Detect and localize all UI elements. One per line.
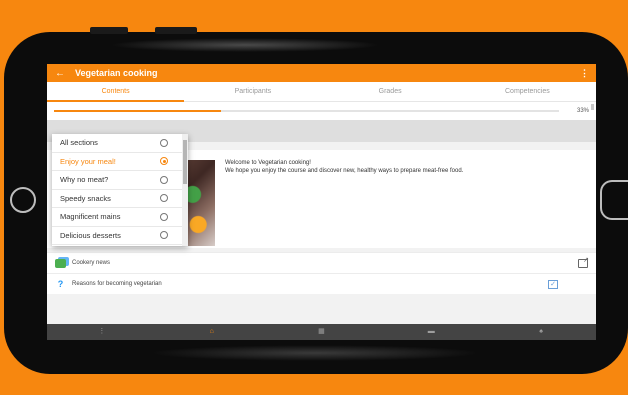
tablet-side-button: [600, 180, 628, 220]
tablet-sheen: [150, 345, 480, 361]
section-option-all[interactable]: All sections: [52, 134, 188, 153]
radio-icon: [160, 138, 168, 147]
tab-participants[interactable]: Participants: [184, 82, 321, 101]
tab-contents[interactable]: Contents: [47, 82, 185, 102]
radio-icon: [160, 194, 168, 203]
module-label: Cookery news: [72, 260, 111, 266]
dropdown-scrollbar[interactable]: [182, 134, 188, 246]
radio-checked-icon: [160, 157, 168, 166]
section-option-label: Why no meat?: [60, 175, 109, 185]
section-option-label: Delicious desserts: [60, 230, 121, 240]
tab-grades[interactable]: Grades: [322, 82, 459, 101]
checkbox-checked-icon[interactable]: ✓: [548, 279, 558, 289]
page-title: Vegetarian cooking: [75, 68, 158, 78]
tab-competencies[interactable]: Competencies: [459, 82, 596, 101]
sections-dropdown: All sections Enjoy your meal! Why no mea…: [52, 134, 188, 246]
module-label: Reasons for becoming vegetarian: [72, 281, 162, 287]
section-option-desserts[interactable]: Delicious desserts: [52, 227, 188, 245]
more-vertical-icon[interactable]: ⋮: [580, 68, 589, 79]
course-progress: 33%: [47, 102, 596, 120]
module-cookery-news[interactable]: Cookery news: [47, 252, 596, 273]
tablet-side-key: [90, 27, 128, 34]
progress-track: [54, 110, 559, 112]
bottom-navigation: ⋮ ⌂ ▦ ▬ ♠: [47, 324, 596, 340]
home-icon[interactable]: ⌂: [157, 324, 267, 340]
section-option-why[interactable]: Why no meat?: [52, 171, 188, 190]
forum-icon: [55, 258, 66, 268]
external-link-icon[interactable]: [578, 256, 589, 268]
page-scrollbar[interactable]: [591, 104, 594, 110]
radio-icon: [160, 231, 168, 240]
progress-fill: [54, 110, 221, 112]
summary-line-2: We hope you enjoy the course and discove…: [225, 167, 464, 174]
radio-icon: [160, 175, 168, 184]
course-tabs: Contents Participants Grades Competencie…: [47, 82, 596, 102]
section-option-label: Speedy snacks: [60, 193, 111, 203]
section-option-label: All sections: [60, 138, 98, 148]
question-icon: ?: [57, 278, 64, 289]
calendar-icon[interactable]: ▦: [267, 324, 377, 340]
module-reasons[interactable]: ? Reasons for becoming vegetarian ✓: [47, 273, 596, 294]
dropdown-scrollbar-thumb[interactable]: [183, 140, 187, 184]
section-option-enjoy[interactable]: Enjoy your meal!: [52, 153, 188, 171]
tablet-home-button: [10, 187, 36, 213]
courses-icon[interactable]: ▬: [376, 324, 486, 340]
tablet-side-key: [155, 27, 197, 34]
progress-label: 33%: [576, 108, 589, 114]
radio-icon: [160, 212, 168, 221]
summary-line-1: Welcome to Vegetarian cooking!: [225, 160, 311, 166]
more-vertical-icon[interactable]: ⋮: [47, 324, 157, 340]
summary-text: Welcome to Vegetarian cooking! We hope y…: [225, 160, 585, 175]
section-option-label: Enjoy your meal!: [60, 156, 116, 166]
bell-icon[interactable]: ♠: [486, 324, 596, 340]
section-option-label: Magnificent mains: [60, 212, 121, 222]
back-arrow-icon[interactable]: ←: [55, 68, 75, 79]
tablet-sheen: [110, 38, 380, 52]
section-option-mains[interactable]: Magnificent mains: [52, 208, 188, 227]
app-bar: ← Vegetarian cooking ⋮: [47, 64, 596, 82]
section-option-snacks[interactable]: Speedy snacks: [52, 190, 188, 208]
